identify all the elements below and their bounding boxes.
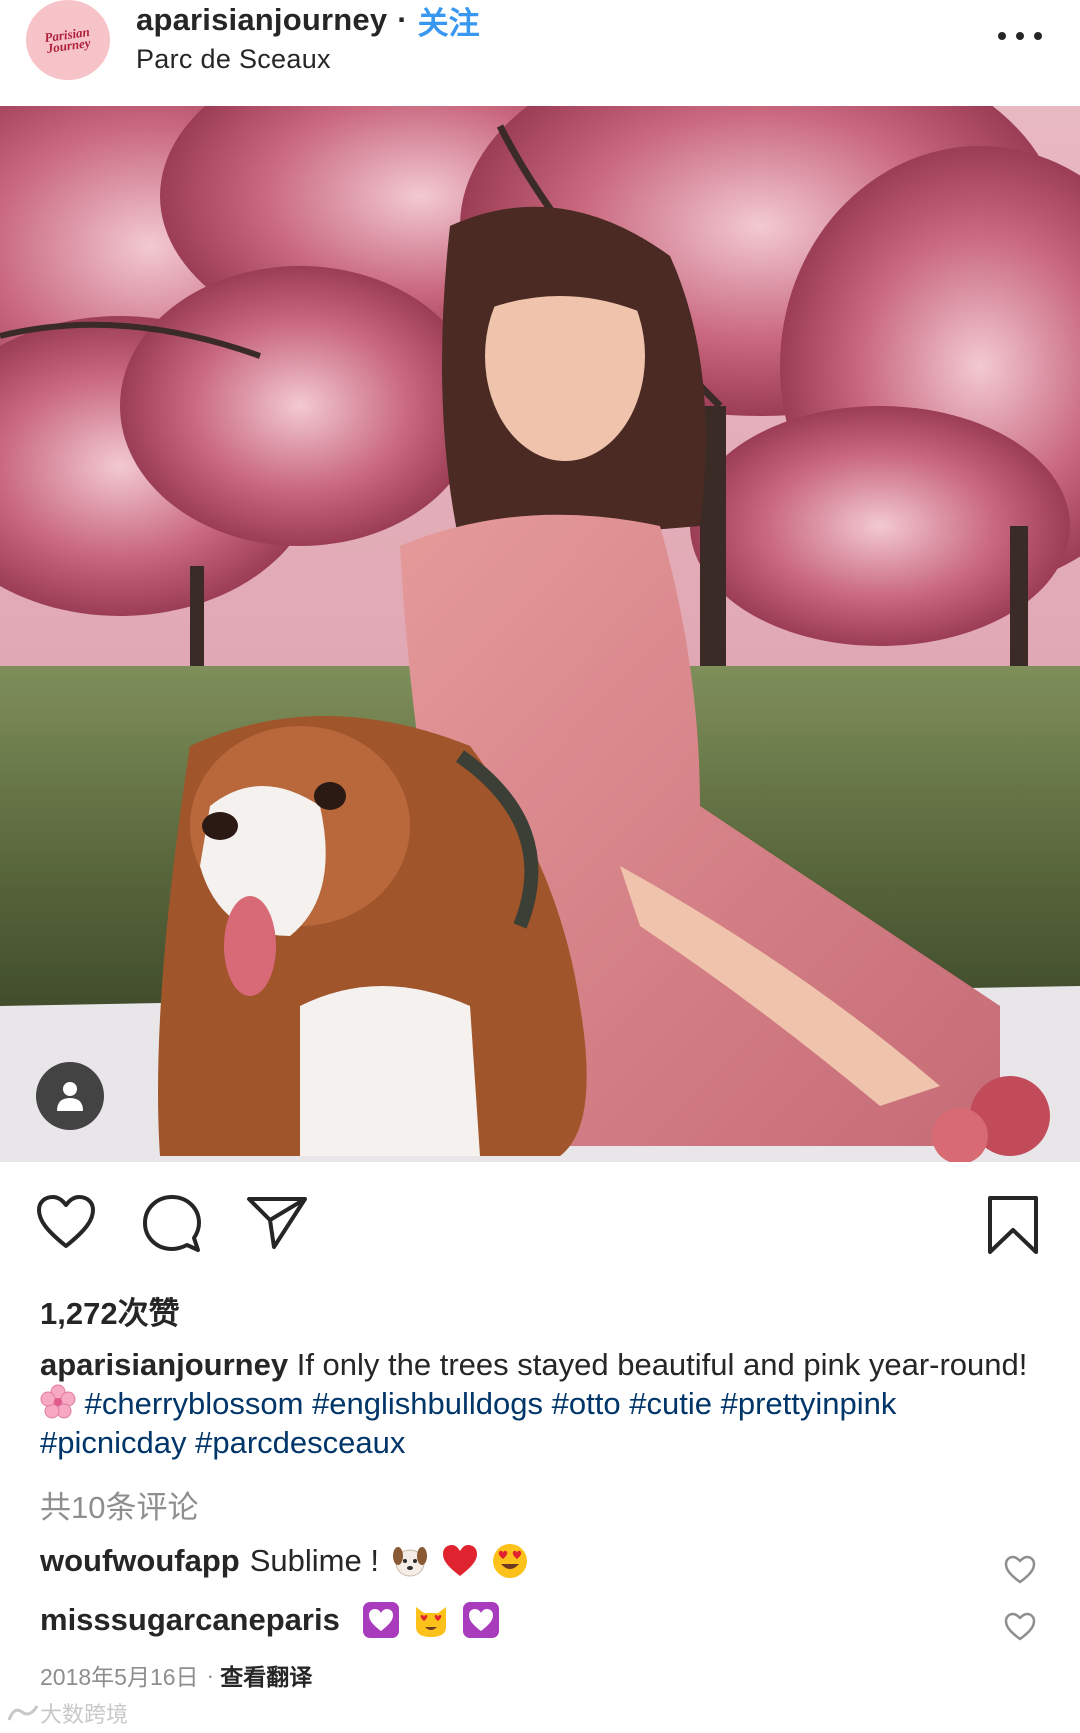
comment-row: misssugarcaneparis: [40, 1601, 500, 1639]
like-count[interactable]: 1,272次赞: [40, 1288, 180, 1333]
comment-username[interactable]: woufwoufapp: [40, 1543, 240, 1579]
comment-text: Sublime !: [249, 1543, 379, 1578]
hashtag-link[interactable]: #parcdesceaux: [195, 1425, 405, 1460]
comment-username[interactable]: misssugarcaneparis: [40, 1602, 340, 1638]
purple-heart-emoji-icon: [462, 1602, 499, 1638]
location-link[interactable]: Parc de Sceaux: [136, 44, 480, 75]
cherry-blossom-emoji-icon: [40, 1384, 76, 1419]
bookmark-save-icon[interactable]: [986, 1194, 1040, 1261]
avatar-logo-text: Parisian Journey: [43, 23, 92, 56]
hashtag-link[interactable]: #cherryblossom: [85, 1386, 304, 1421]
header-text: aparisianjourney · 关注 Parc de Sceaux: [136, 0, 480, 75]
action-bar: [0, 1180, 1080, 1260]
username-link[interactable]: aparisianjourney: [136, 2, 387, 38]
more-options-icon[interactable]: [998, 24, 1042, 48]
caption-text: If only the trees stayed beautiful and p…: [288, 1347, 1028, 1382]
follow-button[interactable]: 关注: [418, 0, 480, 43]
post-photo[interactable]: [0, 106, 1080, 1162]
comment-like-heart-icon[interactable]: [1004, 1612, 1036, 1647]
share-send-icon[interactable]: [246, 1194, 308, 1255]
hashtag-link[interactable]: #picnicday: [40, 1425, 186, 1460]
see-translation-link[interactable]: 查看翻译: [220, 1658, 312, 1692]
post-date-row: 2018年5月16日 · 查看翻译: [40, 1658, 312, 1692]
photo-illustration: [0, 106, 1080, 1162]
separator-dot: ·: [397, 2, 408, 37]
person-icon: [57, 1082, 83, 1111]
post-header: Parisian Journey aparisianjourney · 关注 P…: [0, 0, 1080, 106]
tagged-people-button[interactable]: [36, 1062, 104, 1130]
heart-eyes-emoji-icon: [492, 1544, 527, 1578]
avatar[interactable]: Parisian Journey: [26, 0, 110, 80]
watermark-text: 大数跨境: [40, 1702, 129, 1727]
watermark: 大数跨境: [6, 1697, 128, 1729]
post-caption: aparisianjourney If only the trees staye…: [40, 1345, 1050, 1462]
like-heart-icon[interactable]: [36, 1194, 96, 1255]
view-all-comments-link[interactable]: 共10条评论: [40, 1482, 198, 1527]
date-separator-dot: ·: [206, 1661, 215, 1688]
heart-eyes-cat-emoji-icon: [415, 1607, 446, 1637]
comment-like-heart-icon[interactable]: [1004, 1555, 1036, 1590]
red-heart-emoji-icon: [442, 1545, 477, 1576]
comment-row: woufwoufapp Sublime !: [40, 1542, 529, 1580]
hashtag-link[interactable]: #cutie: [629, 1386, 712, 1421]
comment-bubble-icon[interactable]: [142, 1194, 202, 1259]
hashtag-link[interactable]: #prettyinpink: [721, 1386, 897, 1421]
username-row: aparisianjourney · 关注: [136, 0, 480, 43]
hashtag-link[interactable]: #englishbulldogs: [312, 1386, 543, 1421]
watermark-logo-icon: [7, 1705, 39, 1721]
post-date: 2018年5月16日: [40, 1664, 199, 1690]
purple-heart-emoji-icon: [362, 1602, 399, 1638]
dog-face-emoji-icon: [392, 1547, 427, 1577]
caption-username[interactable]: aparisianjourney: [40, 1347, 288, 1382]
hashtag-link[interactable]: #otto: [552, 1386, 621, 1421]
